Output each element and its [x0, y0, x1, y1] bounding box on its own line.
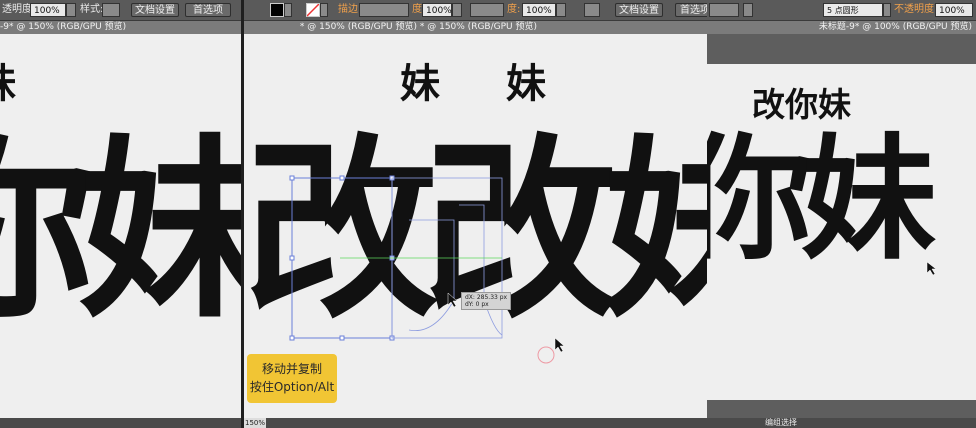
hint-line-2: 按住Option/Alt	[249, 380, 335, 394]
hint-line-1: 移动并复制	[261, 362, 322, 376]
document-tab-right[interactable]: 未标题-9* @ 100% (RGB/GPU 预览)	[707, 21, 976, 34]
arrow-cursor-icon	[554, 337, 565, 353]
handle-top[interactable]	[339, 175, 345, 181]
style-dropdown[interactable]	[102, 3, 120, 17]
status-bar-left	[0, 418, 241, 428]
style-label: 样式:	[80, 4, 104, 15]
control-bar-right: 5 点圆形 不透明度: 100%	[707, 0, 976, 21]
artwork-small-text[interactable]: 改你妹	[752, 88, 851, 121]
document-panel-right: 5 点圆形 不透明度: 100% 未标题-9* @ 100% (RGB/GPU …	[707, 0, 976, 428]
cursor-ring	[537, 346, 555, 364]
status-bar-middle: 150%	[244, 418, 707, 428]
status-bar-right: 编组选择	[707, 418, 976, 428]
zoom-field[interactable]: 150%	[244, 418, 266, 428]
opacity-field[interactable]: 100%	[935, 3, 973, 17]
opacity-label: 不透明度:	[894, 4, 938, 15]
document-panel-left: 透明度: 100% 样式: 文档设置 首选项 -9* @ 150% (RGB/G…	[0, 0, 241, 428]
dy-readout: dY: 0 px	[465, 301, 489, 308]
group-selection-label: 编组选择	[765, 418, 797, 427]
control-bar-left: 透明度: 100% 样式: 文档设置 首选项	[0, 0, 241, 21]
profile-dropdown[interactable]	[743, 3, 753, 17]
handle-bottom-left[interactable]	[289, 335, 295, 341]
opacity-field[interactable]: 100%	[30, 3, 66, 17]
document-tab-left[interactable]: -9* @ 150% (RGB/GPU 预览)	[0, 21, 241, 34]
document-settings-button[interactable]: 文档设置	[131, 3, 179, 17]
artwork-large-text[interactable]: 改你妹	[0, 133, 241, 328]
opacity-dropdown[interactable]	[66, 3, 76, 17]
variable-width-dropdown[interactable]	[709, 3, 739, 17]
artboard: 改你妹 你妹	[707, 64, 976, 400]
move-delta-tooltip: dX: 285.33 px dY: 0 px	[461, 292, 512, 310]
handle-top-left[interactable]	[289, 175, 295, 181]
dx-readout: dX: 285.33 px	[465, 294, 508, 301]
shortcut-hint-card: 移动并复制 按住Option/Alt	[247, 354, 337, 403]
move-cursor-icon	[447, 292, 458, 308]
preferences-button[interactable]: 首选项	[185, 3, 231, 17]
artwork-large-text[interactable]: 你妹	[707, 132, 936, 267]
brush-field[interactable]: 5 点圆形	[823, 3, 883, 17]
handle-left[interactable]	[289, 255, 295, 261]
brush-dropdown[interactable]	[883, 3, 891, 17]
duplicate-path	[408, 204, 503, 336]
artwork-small-text[interactable]: 妹	[0, 64, 16, 104]
handle-bottom[interactable]	[339, 335, 345, 341]
arrow-cursor-icon	[926, 261, 937, 276]
